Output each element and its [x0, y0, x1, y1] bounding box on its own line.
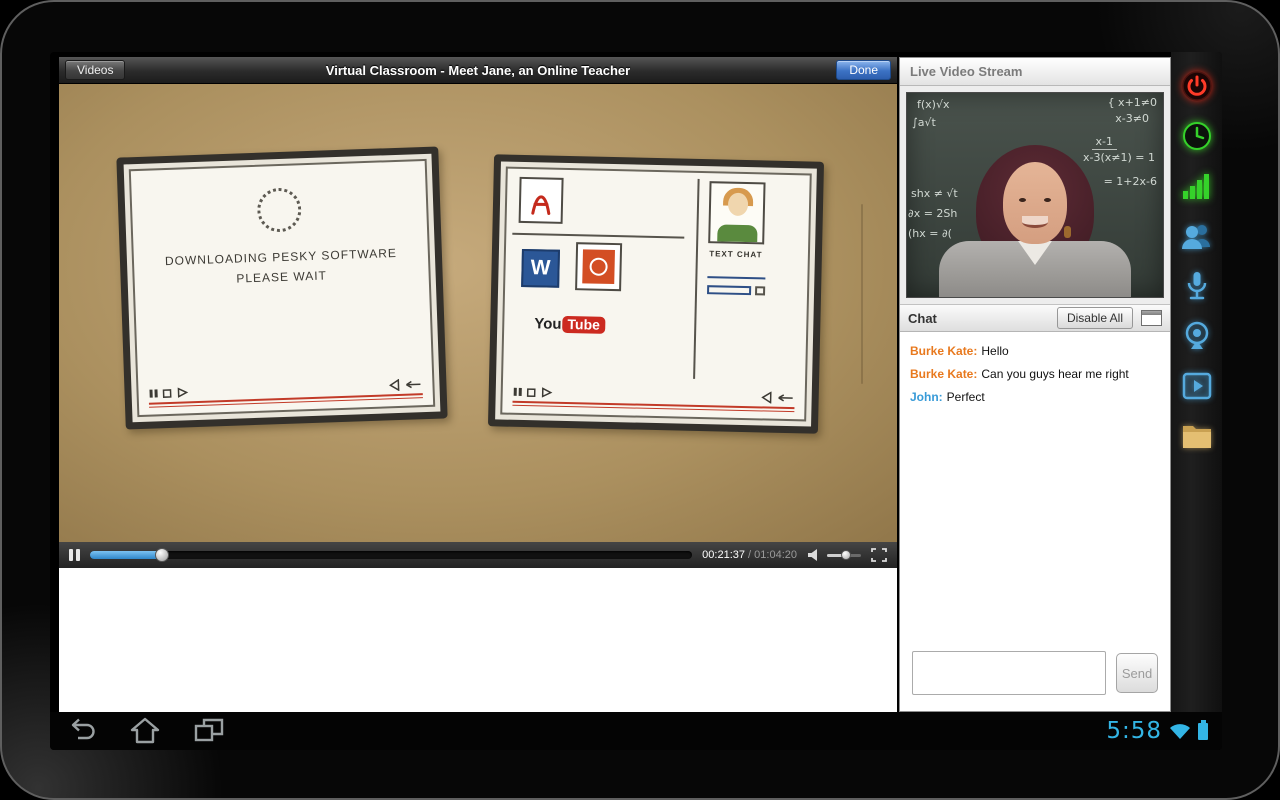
chat-message: Burke Kate: Can you guys hear me right	[910, 367, 1160, 381]
chat-body: Burke Kate: Hello Burke Kate: Can you guys…	[900, 332, 1170, 711]
disable-all-button[interactable]: Disable All	[1057, 307, 1133, 329]
chat-message: John: Perfect	[910, 390, 1160, 404]
sketch-volume-icons	[376, 378, 422, 392]
seek-bar[interactable]	[90, 551, 692, 559]
volume-level	[827, 554, 846, 557]
avatar-sketch-icon	[708, 181, 765, 244]
video-play-button[interactable]	[1180, 369, 1214, 403]
chalkboard-writing: { x+1≠0	[1108, 96, 1157, 109]
microphone-button[interactable]	[1180, 269, 1214, 303]
seek-thumb[interactable]	[155, 548, 169, 562]
sketch-transport-icons	[148, 386, 194, 400]
app-top-bar: Videos Virtual Classroom - Meet Jane, an…	[59, 57, 897, 84]
live-video-stream[interactable]: f(x)√x ∫a√t { x+1≠0 x-3≠0 x-1 x-3(x≠1) =…	[906, 92, 1164, 298]
sketch-volume-icons	[749, 391, 795, 404]
current-time: 00:21:37	[702, 549, 745, 561]
sketch-inner-frame: Downloading Pesky Software Please Wait	[129, 159, 435, 417]
sketch-download-screen: Downloading Pesky Software Please Wait	[116, 146, 447, 429]
participants-button[interactable]	[1180, 219, 1214, 253]
volume-control	[807, 548, 861, 562]
powerpoint-icon	[575, 242, 622, 291]
sketch-player-controls	[512, 386, 794, 412]
spinner-sketch-icon	[257, 187, 303, 233]
sketch-divider-vertical	[693, 179, 700, 379]
pdf-icon	[519, 177, 564, 224]
time-display: 00:21:37 / 01:04:20	[702, 549, 797, 561]
chat-sketch-lines	[707, 269, 766, 295]
chat-author: John:	[910, 390, 943, 404]
word-icon: W	[521, 249, 560, 288]
sketch-divider-horizontal	[512, 233, 684, 239]
live-stream-header: Live Video Stream	[900, 58, 1170, 86]
chat-input-row: Send	[900, 643, 1170, 711]
main-content: Videos Virtual Classroom - Meet Jane, an…	[59, 57, 897, 712]
popout-window-icon[interactable]	[1141, 310, 1162, 326]
battery-icon	[1198, 723, 1208, 740]
youtube-tube-text: Tube	[562, 316, 605, 334]
chat-title: Chat	[908, 311, 937, 326]
screen: Videos Virtual Classroom - Meet Jane, an…	[50, 52, 1222, 750]
chalkboard-writing: ∫a√t	[912, 116, 936, 129]
chat-text: Hello	[981, 344, 1008, 358]
volume-slider[interactable]	[827, 554, 861, 557]
chat-author: Burke Kate:	[910, 344, 977, 358]
page-whitespace	[59, 568, 897, 712]
back-button[interactable]	[64, 716, 98, 746]
speaker-icon[interactable]	[807, 548, 822, 562]
teacher-portrait	[935, 145, 1135, 297]
chalkboard-writing: x-3≠0	[1115, 112, 1149, 125]
done-button[interactable]: Done	[836, 60, 891, 80]
chat-message: Burke Kate: Hello	[910, 344, 1160, 358]
time-separator: /	[745, 549, 754, 561]
chat-text: Perfect	[947, 390, 985, 404]
fullscreen-button[interactable]	[871, 548, 887, 562]
seek-progress	[90, 551, 162, 559]
tablet-frame: Videos Virtual Classroom - Meet Jane, an…	[0, 0, 1280, 800]
chalkboard-writing: f(x)√x	[917, 98, 949, 111]
chat-author: Burke Kate:	[910, 367, 977, 381]
video-control-bar: 00:21:37 / 01:04:20	[59, 542, 897, 568]
page-title: Virtual Classroom - Meet Jane, an Online…	[59, 63, 897, 78]
sketch-text-line2: Please Wait	[134, 265, 428, 289]
tool-sidebar	[1171, 52, 1222, 712]
android-navigation-bar: 5:58	[50, 712, 1222, 750]
chat-message-list: Burke Kate: Hello Burke Kate: Can you guys…	[900, 332, 1170, 643]
send-button[interactable]: Send	[1116, 653, 1158, 693]
sketch-apps-screen: W You Tube Text Chat	[488, 154, 824, 433]
video-player-surface[interactable]: Downloading Pesky Software Please Wait	[59, 84, 897, 542]
videos-button[interactable]: Videos	[65, 60, 125, 80]
power-button[interactable]	[1180, 69, 1214, 103]
home-button[interactable]	[128, 716, 162, 746]
side-panel: Live Video Stream f(x)√x ∫a√t { x+1≠0 x-…	[899, 57, 1171, 712]
recent-apps-button[interactable]	[192, 716, 226, 746]
volume-thumb[interactable]	[841, 550, 851, 560]
youtube-logo: You Tube	[534, 315, 605, 334]
sketch-transport-icons	[513, 386, 559, 399]
total-time: 01:04:20	[754, 549, 797, 561]
signal-strength-button[interactable]	[1180, 169, 1214, 203]
wifi-icon	[1169, 722, 1191, 740]
youtube-you-text: You	[534, 315, 562, 333]
text-chat-label: Text Chat	[704, 249, 768, 259]
sketch-inner-frame: W You Tube Text Chat	[500, 167, 812, 422]
status-clock: 5:58	[1106, 718, 1162, 744]
files-folder-button[interactable]	[1180, 419, 1214, 453]
webcam-button[interactable]	[1180, 319, 1214, 353]
chat-header: Chat Disable All	[900, 304, 1170, 332]
chat-text: Can you guys hear me right	[981, 367, 1128, 381]
sketch-player-controls	[148, 378, 423, 408]
pause-button[interactable]	[69, 549, 80, 561]
status-area: 5:58	[1106, 718, 1208, 744]
clock-button[interactable]	[1180, 119, 1214, 153]
chat-message-input[interactable]	[912, 651, 1106, 695]
